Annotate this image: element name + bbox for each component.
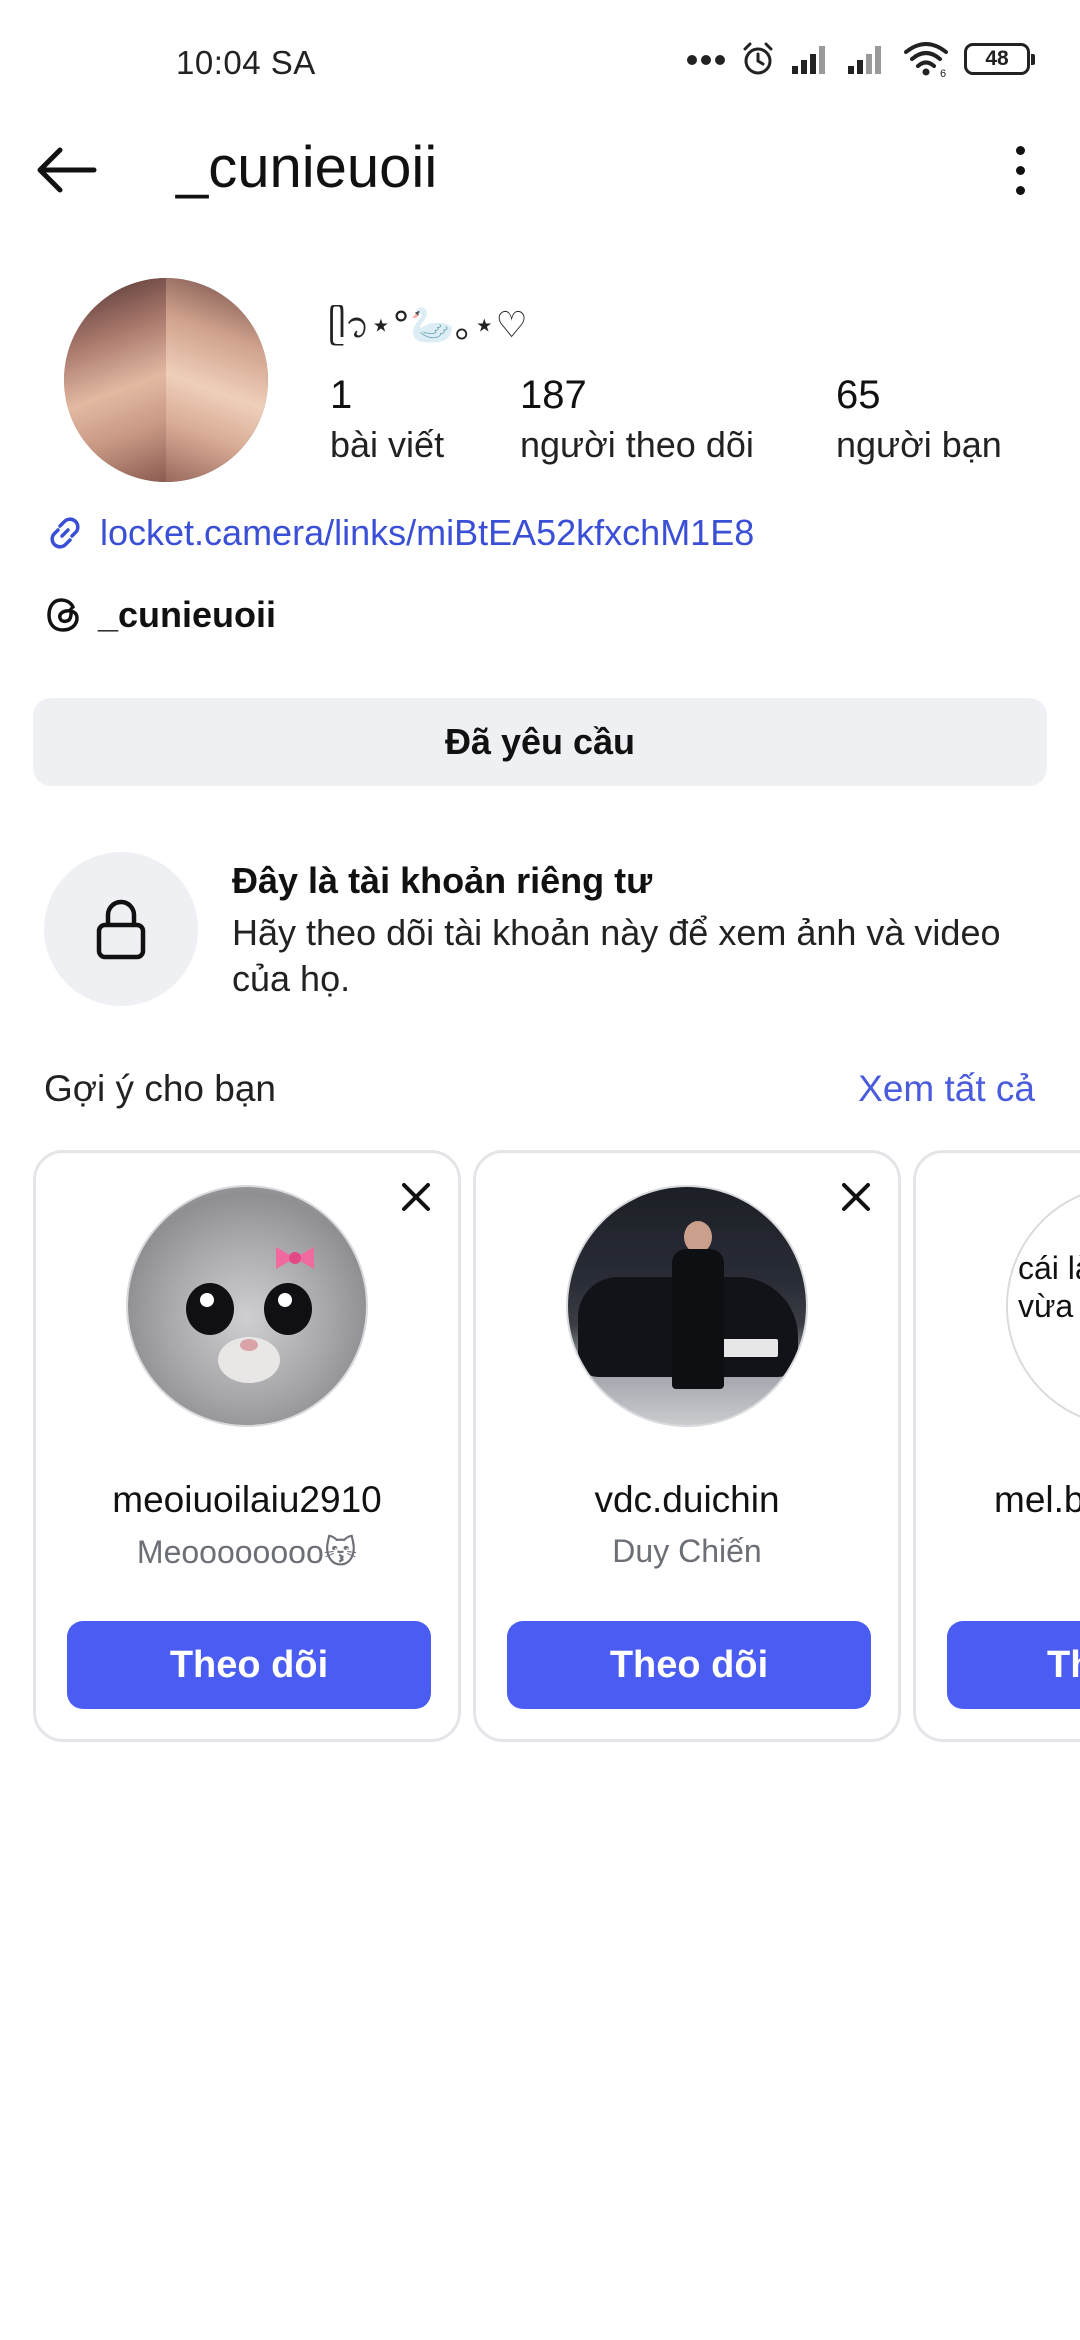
- battery-level: 48: [985, 47, 1009, 70]
- close-icon: [842, 1183, 870, 1211]
- stat-followers-count: 187: [520, 373, 587, 417]
- stat-friends-label: người bạn: [836, 424, 1002, 465]
- dismiss-suggestion-button[interactable]: [394, 1175, 438, 1219]
- follow-button[interactable]: Theo dõi: [67, 1621, 431, 1709]
- profile-display-name: ᥫ᭡⋆°🦢｡⋆♡: [328, 305, 528, 346]
- threads-badge[interactable]: _cunieuoii: [44, 594, 276, 636]
- profile-link[interactable]: locket.camera/links/miBtEA52kfxchM1E8: [44, 512, 754, 554]
- suggestion-fullname: Meoooooooo😽: [136, 1534, 358, 1570]
- requested-button[interactable]: Đã yêu cầu: [33, 698, 1047, 786]
- suggestion-card[interactable]: meoiuoilaiu2910 Meoooooooo😽 Theo dõi: [33, 1150, 461, 1742]
- status-time: 10:04 SA: [176, 44, 316, 81]
- wifi-icon: 6: [904, 42, 948, 78]
- signal-2-icon: [848, 46, 881, 74]
- threads-handle: _cunieuoii: [98, 594, 277, 635]
- stat-posts-count: 1: [330, 373, 353, 417]
- private-account-title: Đây là tài khoản riêng tư: [232, 860, 653, 901]
- stat-followers-label: người theo dõi: [520, 424, 754, 465]
- follow-button[interactable]: Theo dõi: [507, 1621, 871, 1709]
- network-badge: 6: [940, 68, 946, 78]
- suggestion-avatar[interactable]: [126, 1185, 368, 1427]
- bow-icon: [276, 1247, 314, 1269]
- page-title: _cunieuoii: [176, 135, 438, 200]
- close-icon: [402, 1183, 430, 1211]
- private-account-description: Hãy theo dõi tài khoản này để xem ảnh và…: [232, 912, 1001, 999]
- suggestion-avatar-text: cái làm vừa vừa: [1008, 1187, 1080, 1425]
- suggestion-avatar[interactable]: [566, 1185, 808, 1427]
- more-options-button[interactable]: [1000, 136, 1040, 204]
- back-button[interactable]: [30, 140, 102, 200]
- dismiss-suggestion-button[interactable]: [834, 1175, 878, 1219]
- lock-icon: [96, 899, 146, 960]
- suggestion-username[interactable]: meoiuoilaiu2910: [36, 1479, 458, 1521]
- threads-icon: [47, 598, 79, 632]
- stat-followers[interactable]: 187 người theo dõi: [520, 370, 754, 470]
- stat-posts[interactable]: 1 bài viết: [330, 370, 444, 470]
- profile-header: _cunieuoii: [0, 120, 1080, 220]
- suggestion-username[interactable]: mel.b: [994, 1479, 1080, 1521]
- follow-button[interactable]: Th: [947, 1621, 1080, 1709]
- suggestion-card[interactable]: cái làm vừa vừa mel.b Th: [913, 1150, 1080, 1742]
- suggestion-avatar[interactable]: cái làm vừa vừa: [1006, 1185, 1080, 1427]
- kebab-menu-icon: [1015, 145, 1025, 155]
- suggestions-title: Gợi ý cho bạn: [44, 1068, 276, 1109]
- see-all-link[interactable]: Xem tất cả: [858, 1068, 1035, 1110]
- link-icon: [50, 517, 80, 549]
- stat-friends-count: 65: [836, 373, 881, 417]
- profile-avatar[interactable]: [64, 278, 268, 482]
- alarm-icon: [743, 42, 773, 75]
- status-bar: 10:04 SA 6 48: [0, 0, 1080, 130]
- suggestion-fullname: Duy Chiến: [612, 1533, 762, 1569]
- battery-icon: 48: [964, 43, 1035, 75]
- suggestion-username[interactable]: vdc.duichin: [476, 1479, 898, 1521]
- profile-link-text[interactable]: locket.camera/links/miBtEA52kfxchM1E8: [100, 512, 754, 554]
- private-lock-badge: [44, 852, 198, 1006]
- suggestion-card[interactable]: vdc.duichin Duy Chiến Theo dõi: [473, 1150, 901, 1742]
- signal-icon: [792, 46, 825, 74]
- stat-posts-label: bài viết: [330, 424, 445, 465]
- arrow-left-icon: [37, 147, 97, 193]
- status-icons: 6 48: [686, 40, 1035, 78]
- more-notifications-icon: [687, 55, 725, 65]
- stat-friends[interactable]: 65 người bạn: [836, 370, 1002, 470]
